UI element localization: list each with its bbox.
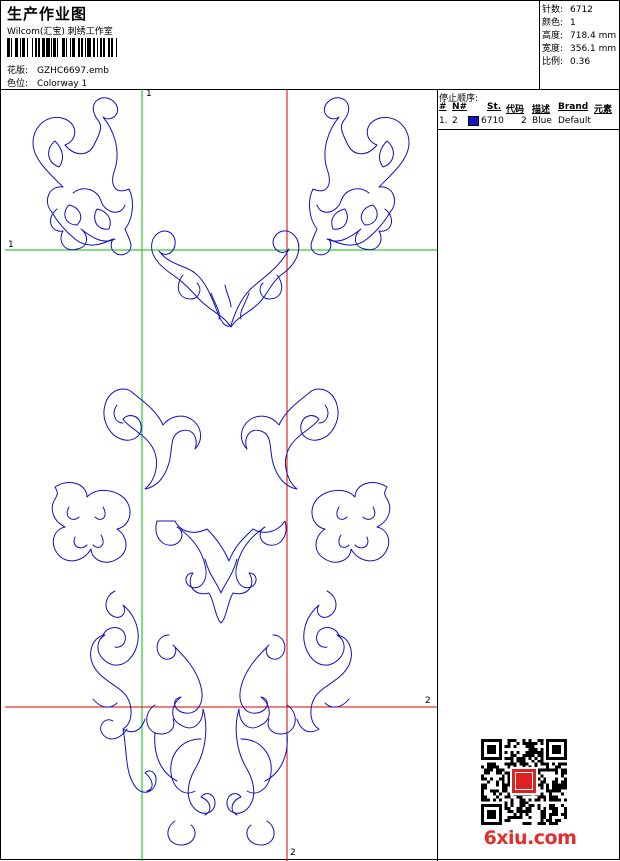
stop-sequence-header: # N# St. 代码 描述 Brand 元素: [437, 102, 620, 115]
row-code: 2: [521, 116, 527, 126]
col-brand: Brand: [558, 102, 589, 112]
colorway-row: 色位: Colorway 1: [7, 76, 87, 89]
col-needle: N#: [452, 102, 468, 112]
col-stitches: St.: [487, 102, 502, 112]
stop-sequence-row: 1. 2 6710 2 Blue Default: [437, 116, 620, 128]
center-vase-motif: [155, 520, 287, 624]
barcode: [7, 38, 153, 57]
color-count-label: 颜色:: [542, 18, 564, 28]
company-name: Wilcom(汇宝) 刺绣工作室: [7, 27, 113, 37]
stops-divider: [437, 129, 620, 130]
row-index: 1.: [439, 116, 448, 126]
middle-right-scroll-motif: [241, 388, 339, 490]
right-rosette-motif: [311, 482, 391, 563]
width-value: 356.1 mm: [570, 44, 617, 54]
embroidery-outline: [5, 89, 437, 861]
top-center-crown-inner: [177, 274, 283, 320]
red-guide-label-right: 2: [425, 696, 431, 706]
thread-color-swatch: [468, 116, 479, 126]
col-element: 元素: [594, 105, 613, 115]
scale-label: 比例:: [542, 57, 564, 67]
col-description: 描述: [532, 105, 551, 115]
upper-right-scroll-lower: [316, 188, 393, 251]
middle-left-scroll-motif: [103, 388, 201, 490]
green-guide-label-top: 1: [146, 89, 152, 99]
bottom-center-scroll: [167, 820, 275, 846]
left-vine-lower: [122, 728, 157, 793]
stitch-count-value: 6712: [570, 5, 593, 15]
height-label: 高度:: [542, 31, 564, 41]
stop-sequence-panel: 停止顺序: # N# St. 代码 描述 Brand 元素 1. 2 6710 …: [437, 89, 620, 129]
color-count-value: 1: [570, 18, 576, 28]
right-vine-motif: [296, 590, 352, 733]
colorway-label: 色位:: [7, 79, 29, 89]
upper-left-scroll-lower: [49, 188, 126, 251]
left-rosette-motif: [51, 482, 131, 563]
worksheet-header: 生产作业图 Wilcom(汇宝) 刺绣工作室 花版: GZHC6697.emb 色…: [1, 1, 539, 89]
top-center-crown-motif: [151, 230, 300, 328]
row-needle: 2: [452, 116, 458, 126]
embroidery-design-area: 1 1 2 2: [5, 89, 437, 861]
center-left-s-scroll: [156, 634, 216, 816]
row-description: Blue: [532, 116, 552, 126]
seal-inner-border: [515, 772, 533, 790]
design-file-value: GZHC6697.emb: [37, 66, 109, 76]
site-logo: 6xiu.com: [483, 827, 577, 849]
col-index: #: [439, 102, 447, 112]
width-label: 宽度:: [542, 44, 564, 54]
height-row: 高度: 718.4 mm: [542, 30, 620, 43]
row-stitches: 6710: [481, 116, 504, 126]
bottom-right-scroll: [264, 704, 296, 782]
design-file-row: 花版: GZHC6697.emb: [7, 63, 109, 76]
design-file-label: 花版:: [7, 66, 29, 76]
stitch-count-row: 针数: 6712: [542, 4, 620, 17]
height-value: 718.4 mm: [570, 31, 617, 41]
width-row: 宽度: 356.1 mm: [542, 43, 620, 56]
row-brand: Default: [558, 116, 591, 126]
left-vine-motif: [90, 590, 146, 740]
design-specs: 针数: 6712 颜色: 1 高度: 718.4 mm 宽度: 356.1 mm 比例:…: [539, 1, 620, 89]
red-seal-stamp: [510, 767, 538, 795]
worksheet-title: 生产作业图: [7, 5, 88, 23]
production-worksheet: 生产作业图 Wilcom(汇宝) 刺绣工作室 花版: GZHC6697.emb 色…: [0, 0, 620, 861]
panel-divider: [437, 89, 438, 861]
stitch-count-label: 针数:: [542, 5, 564, 15]
scale-value: 0.36: [570, 57, 591, 67]
color-count-row: 颜色: 1: [542, 17, 620, 30]
red-guide-label-bottom: 2: [290, 848, 296, 858]
upper-right-scroll-motif: [309, 97, 410, 256]
bottom-left-scroll: [146, 704, 178, 782]
col-code: 代码: [506, 105, 525, 115]
green-guide-label-left: 1: [8, 240, 14, 250]
upper-left-scroll-motif: [32, 97, 133, 256]
scale-row: 比例: 0.36: [542, 56, 620, 69]
colorway-value: Colorway 1: [37, 79, 88, 89]
center-right-s-scroll: [226, 634, 286, 816]
